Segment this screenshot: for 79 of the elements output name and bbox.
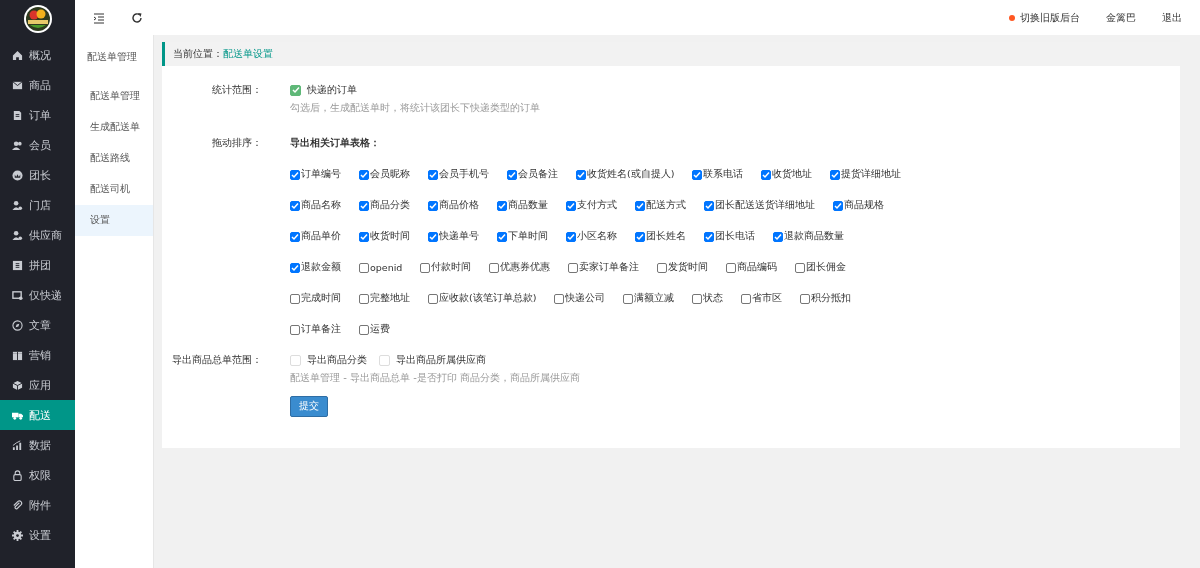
checkbox-label: 退款金额	[301, 261, 341, 274]
nav-item[interactable]: 数据	[0, 430, 75, 460]
field-label: 统计范围：	[211, 83, 262, 97]
checkbox-label: 运费	[370, 323, 390, 336]
nav-item[interactable]: 订单	[0, 100, 75, 130]
user-name[interactable]: 金篱巴	[1106, 10, 1136, 25]
checkbox-label: 提货详细地址	[841, 168, 902, 181]
hint-text: 配送单管理 - 导出商品总单 -是否打印 商品分类，商品所属供应商	[290, 371, 581, 385]
nav-item[interactable]: 供应商	[0, 220, 75, 250]
checkbox-label: 应收款(该笔订单总款)	[439, 292, 537, 305]
checkbox-label: 会员手机号	[439, 168, 489, 181]
checkbox-label: 商品分类	[370, 199, 410, 212]
checkbox-label: 导出商品所属供应商	[396, 353, 486, 367]
checkbox-label: 商品规格	[844, 199, 884, 212]
submenu-item[interactable]: 配送单管理	[75, 81, 153, 112]
checkbox-label: 收货时间	[370, 230, 410, 243]
checkbox-label: 团长佣金	[806, 261, 847, 274]
nav-item[interactable]: 营销	[0, 340, 75, 370]
submenu-item[interactable]: 设置	[75, 205, 153, 236]
checkbox-label: 省市区	[752, 292, 783, 305]
nav-item[interactable]: 附件	[0, 490, 75, 520]
checkbox-label: 团长电话	[715, 230, 755, 243]
checkbox-label: 快递公司	[565, 292, 606, 305]
submenu-item[interactable]: 配送司机	[75, 174, 153, 205]
checkbox-label: 满额立减	[634, 292, 675, 305]
field-label: 拖动排序：	[211, 136, 262, 150]
checkbox-label: 订单备注	[301, 323, 341, 336]
nav-item[interactable]: 仅快递	[0, 280, 75, 310]
nav-item[interactable]: 设置	[0, 520, 75, 550]
checkbox-label: 团长配送送货详细地址	[715, 199, 815, 212]
checkbox-label: openid	[370, 262, 403, 273]
checkbox-label: 会员昵称	[370, 168, 410, 181]
switch-link[interactable]: 切换旧版后台	[1020, 10, 1080, 25]
checkbox-label: 快递的订单	[307, 83, 357, 97]
nav-item[interactable]: 文章	[0, 310, 75, 340]
checkbox-label: 积分抵扣	[811, 292, 852, 305]
nav-item[interactable]: 拼团	[0, 250, 75, 280]
checkbox-label: 收货姓名(或自提人)	[587, 168, 675, 181]
section-heading: 导出相关订单表格：	[290, 136, 381, 150]
checkbox-label: 团长姓名	[646, 230, 686, 243]
checkbox-label: 商品编码	[737, 261, 778, 274]
checkbox-label: 联系电话	[703, 168, 744, 181]
checkbox-label: 商品单价	[301, 230, 341, 243]
nav-item[interactable]: 会员	[0, 130, 75, 160]
submenu-title: 配送单管理	[86, 50, 138, 64]
checkbox-label: 配送方式	[646, 199, 686, 212]
checkbox-label: 下单时间	[508, 230, 548, 243]
logout-link[interactable]: 退出	[1162, 10, 1182, 25]
nav-item[interactable]: 门店	[0, 190, 75, 220]
checkbox-label: 卖家订单备注	[579, 261, 640, 274]
checkbox-label: 优惠券优惠	[500, 261, 551, 274]
checkbox-label: 状态	[703, 292, 724, 305]
checkbox-label: 收货地址	[772, 168, 813, 181]
checkbox-label: 完整地址	[370, 292, 410, 305]
nav-item[interactable]: 概况	[0, 40, 75, 70]
submenu-item[interactable]: 生成配送单	[75, 112, 153, 143]
checkbox-label: 付款时间	[431, 261, 472, 274]
hint-text: 勾选后，生成配送单时，将统计该团长下快递类型的订单	[290, 101, 541, 115]
checkbox-label: 商品数量	[508, 199, 548, 212]
checkbox-label: 发货时间	[668, 261, 709, 274]
nav-item[interactable]: 应用	[0, 370, 75, 400]
checkbox-label: 快递单号	[439, 230, 479, 243]
submit-button[interactable]: 提交	[290, 396, 328, 417]
checkbox-label: 小区名称	[577, 230, 617, 243]
checkbox-label: 商品价格	[439, 199, 479, 212]
submenu-item[interactable]: 配送路线	[75, 143, 153, 174]
field-label: 导出商品总单范围：	[171, 353, 262, 367]
checkbox-label: 完成时间	[301, 292, 341, 305]
checkbox-label: 订单编号	[301, 168, 341, 181]
checkbox-label: 导出商品分类	[307, 353, 367, 367]
nav-item[interactable]: 配送	[0, 400, 75, 430]
checkbox-label: 会员备注	[518, 168, 558, 181]
checkbox-label: 退款商品数量	[784, 230, 844, 243]
nav-item[interactable]: 权限	[0, 460, 75, 490]
nav-item[interactable]: 团长	[0, 160, 75, 190]
nav-item[interactable]: 商品	[0, 70, 75, 100]
checkbox-label: 商品名称	[301, 199, 341, 212]
breadcrumb-label: 当前位置：	[173, 47, 223, 61]
checkbox-label: 支付方式	[577, 199, 617, 212]
